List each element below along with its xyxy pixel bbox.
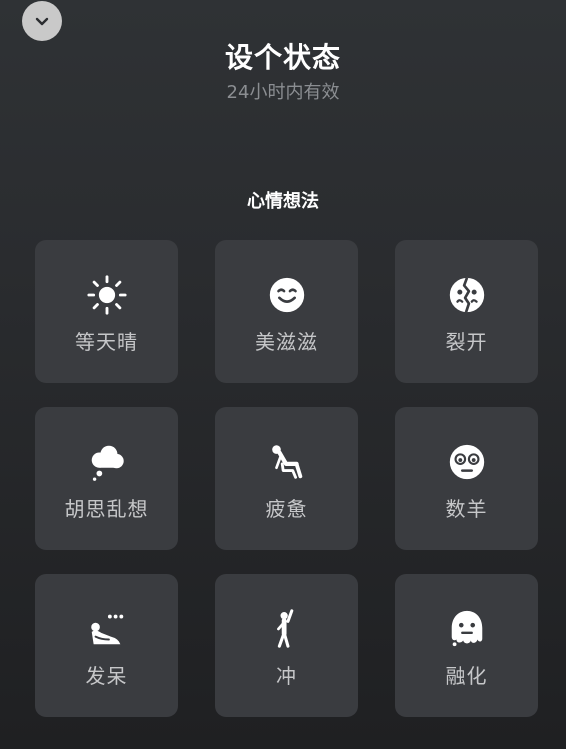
status-label: 数羊 bbox=[445, 497, 488, 521]
status-label: 融化 bbox=[445, 664, 488, 688]
status-label: 等天晴 bbox=[75, 330, 138, 354]
thought-cloud-icon bbox=[85, 440, 129, 484]
status-label: 胡思乱想 bbox=[64, 497, 149, 521]
status-label: 发呆 bbox=[85, 664, 128, 688]
slumped-person-icon bbox=[265, 440, 309, 484]
section-title: 心情想法 bbox=[247, 191, 319, 212]
daydreaming-person-icon bbox=[85, 607, 129, 651]
status-tile-melting[interactable]: 融化 bbox=[395, 574, 538, 717]
page-subtitle: 24小时内有效 bbox=[226, 82, 340, 103]
collapse-button[interactable] bbox=[22, 1, 62, 41]
status-tile-zoning-out[interactable]: 发呆 bbox=[35, 574, 178, 717]
page-title: 设个状态 bbox=[224, 41, 341, 74]
cracked-face-icon bbox=[445, 273, 489, 317]
smile-face-icon bbox=[265, 273, 309, 317]
status-tile-counting-sheep[interactable]: 数羊 bbox=[395, 407, 538, 550]
header: 设个状态 24小时内有效 bbox=[0, 38, 566, 106]
status-tile-exhausted[interactable]: 疲惫 bbox=[215, 407, 358, 550]
melting-face-icon bbox=[445, 607, 489, 651]
status-label: 美滋滋 bbox=[255, 330, 318, 354]
cheering-person-icon bbox=[265, 607, 309, 651]
sun-icon bbox=[85, 273, 129, 317]
status-tile-overthinking[interactable]: 胡思乱想 bbox=[35, 407, 178, 550]
sleepy-eyes-face-icon bbox=[445, 440, 489, 484]
status-label: 裂开 bbox=[445, 330, 488, 354]
status-label: 冲 bbox=[276, 664, 297, 688]
status-tile-charge[interactable]: 冲 bbox=[215, 574, 358, 717]
chevron-down-icon bbox=[35, 17, 49, 26]
status-tile-delighted[interactable]: 美滋滋 bbox=[215, 240, 358, 383]
status-label: 疲惫 bbox=[265, 497, 308, 521]
status-grid: 等天晴 美滋滋 裂开 胡思乱想 疲惫 数羊 发呆 冲 融化 bbox=[35, 240, 538, 717]
status-tile-cracked[interactable]: 裂开 bbox=[395, 240, 538, 383]
status-tile-waiting-for-sunshine[interactable]: 等天晴 bbox=[35, 240, 178, 383]
